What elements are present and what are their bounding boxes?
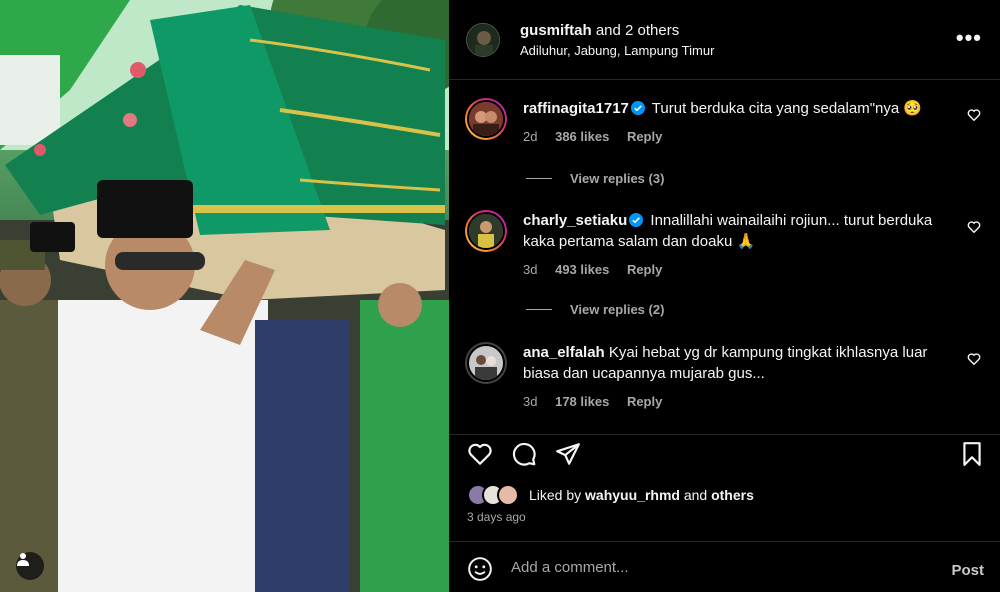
post-timestamp[interactable]: 3 days ago: [467, 510, 526, 524]
comment-avatar-image: [469, 346, 503, 380]
view-replies-button[interactable]: View replies (2): [526, 302, 664, 317]
comment-likes[interactable]: 493 likes: [555, 262, 609, 277]
emoji-icon[interactable]: [467, 556, 493, 582]
view-replies-line: [526, 178, 552, 179]
liked-by-prefix: Liked by: [529, 487, 582, 503]
comment-username[interactable]: ana_elfalah: [523, 344, 605, 361]
comment-avatar-image: [469, 102, 503, 136]
view-replies-label: View replies (2): [570, 302, 665, 317]
comment-age[interactable]: 3d: [523, 262, 537, 277]
reply-button[interactable]: Reply: [627, 394, 662, 409]
comment-avatar-image: [469, 214, 503, 248]
liker-avatar: [497, 484, 519, 506]
comment-avatar[interactable]: [465, 342, 507, 384]
post-photo-illustration: [0, 0, 449, 592]
comment-body: raffinagita1717 Turut berduka cita yang …: [523, 98, 943, 147]
author-avatar[interactable]: [466, 22, 500, 57]
comment-icon[interactable]: [511, 441, 537, 467]
share-icon[interactable]: [555, 441, 581, 467]
post-location[interactable]: Adiluhur, Jabung, Lampung Timur: [520, 43, 714, 58]
comment-meta: 3d 493 likes Reply: [523, 259, 943, 280]
user-tag-button[interactable]: [16, 552, 44, 580]
comment-body: charly_setiaku Innalillahi wainailaihi r…: [523, 210, 943, 280]
reply-button[interactable]: Reply: [627, 262, 662, 277]
bookmark-icon[interactable]: [959, 441, 985, 467]
post-header-text: gusmiftah and 2 others Adiluhur, Jabung,…: [520, 21, 714, 58]
coauthors-link[interactable]: and 2 others: [596, 22, 679, 39]
view-replies-button[interactable]: View replies (3): [526, 171, 664, 186]
add-comment-input[interactable]: [511, 554, 891, 580]
comment-likes[interactable]: 386 likes: [555, 129, 609, 144]
comment-meta: 3d 178 likes Reply: [523, 391, 943, 412]
author-username[interactable]: gusmiftah: [520, 22, 592, 39]
comment-username[interactable]: raffinagita1717: [523, 100, 629, 117]
liked-by-text: Liked by wahyuu_rhmd and others: [529, 487, 754, 503]
verified-badge-icon: [629, 213, 644, 227]
comment-like-icon[interactable]: [967, 108, 981, 122]
add-comment-bar: Post: [449, 541, 1000, 592]
comments-panel: gusmiftah and 2 others Adiluhur, Jabung,…: [449, 0, 1000, 592]
liked-by-user[interactable]: wahyuu_rhmd: [585, 487, 680, 503]
user-tag-icon: [17, 553, 29, 566]
post-comment-button[interactable]: Post: [951, 562, 984, 579]
comment-age[interactable]: 2d: [523, 129, 537, 144]
comment-like-icon[interactable]: [967, 220, 981, 234]
comment-username[interactable]: charly_setiaku: [523, 212, 627, 229]
comment-text: Turut berduka cita yang sedalam"nya 🥺: [651, 100, 923, 117]
post-authors: gusmiftah and 2 others: [520, 21, 714, 40]
liked-by-others[interactable]: others: [711, 487, 754, 503]
view-replies-label: View replies (3): [570, 171, 665, 186]
liked-by: Liked by wahyuu_rhmd and others: [467, 484, 754, 506]
post-actions-bar: [449, 434, 1000, 474]
comment-age[interactable]: 3d: [523, 394, 537, 409]
heart-icon[interactable]: [467, 441, 493, 467]
comment-like-icon[interactable]: [967, 352, 981, 366]
reply-button[interactable]: Reply: [627, 129, 662, 144]
verified-badge-icon: [630, 101, 645, 115]
post-photo: [0, 0, 449, 592]
comment-meta: 2d 386 likes Reply: [523, 126, 943, 147]
comment-body: ana_elfalah Kyai hebat yg dr kampung tin…: [523, 342, 943, 412]
more-options-icon[interactable]: •••: [956, 27, 982, 49]
post-header: gusmiftah and 2 others Adiluhur, Jabung,…: [449, 0, 1000, 80]
view-replies-line: [526, 309, 552, 310]
comment-likes[interactable]: 178 likes: [555, 394, 609, 409]
author-avatar-image: [467, 23, 499, 56]
comment-avatar[interactable]: [465, 98, 507, 140]
comment-avatar[interactable]: [465, 210, 507, 252]
liked-by-and: and: [683, 487, 708, 503]
